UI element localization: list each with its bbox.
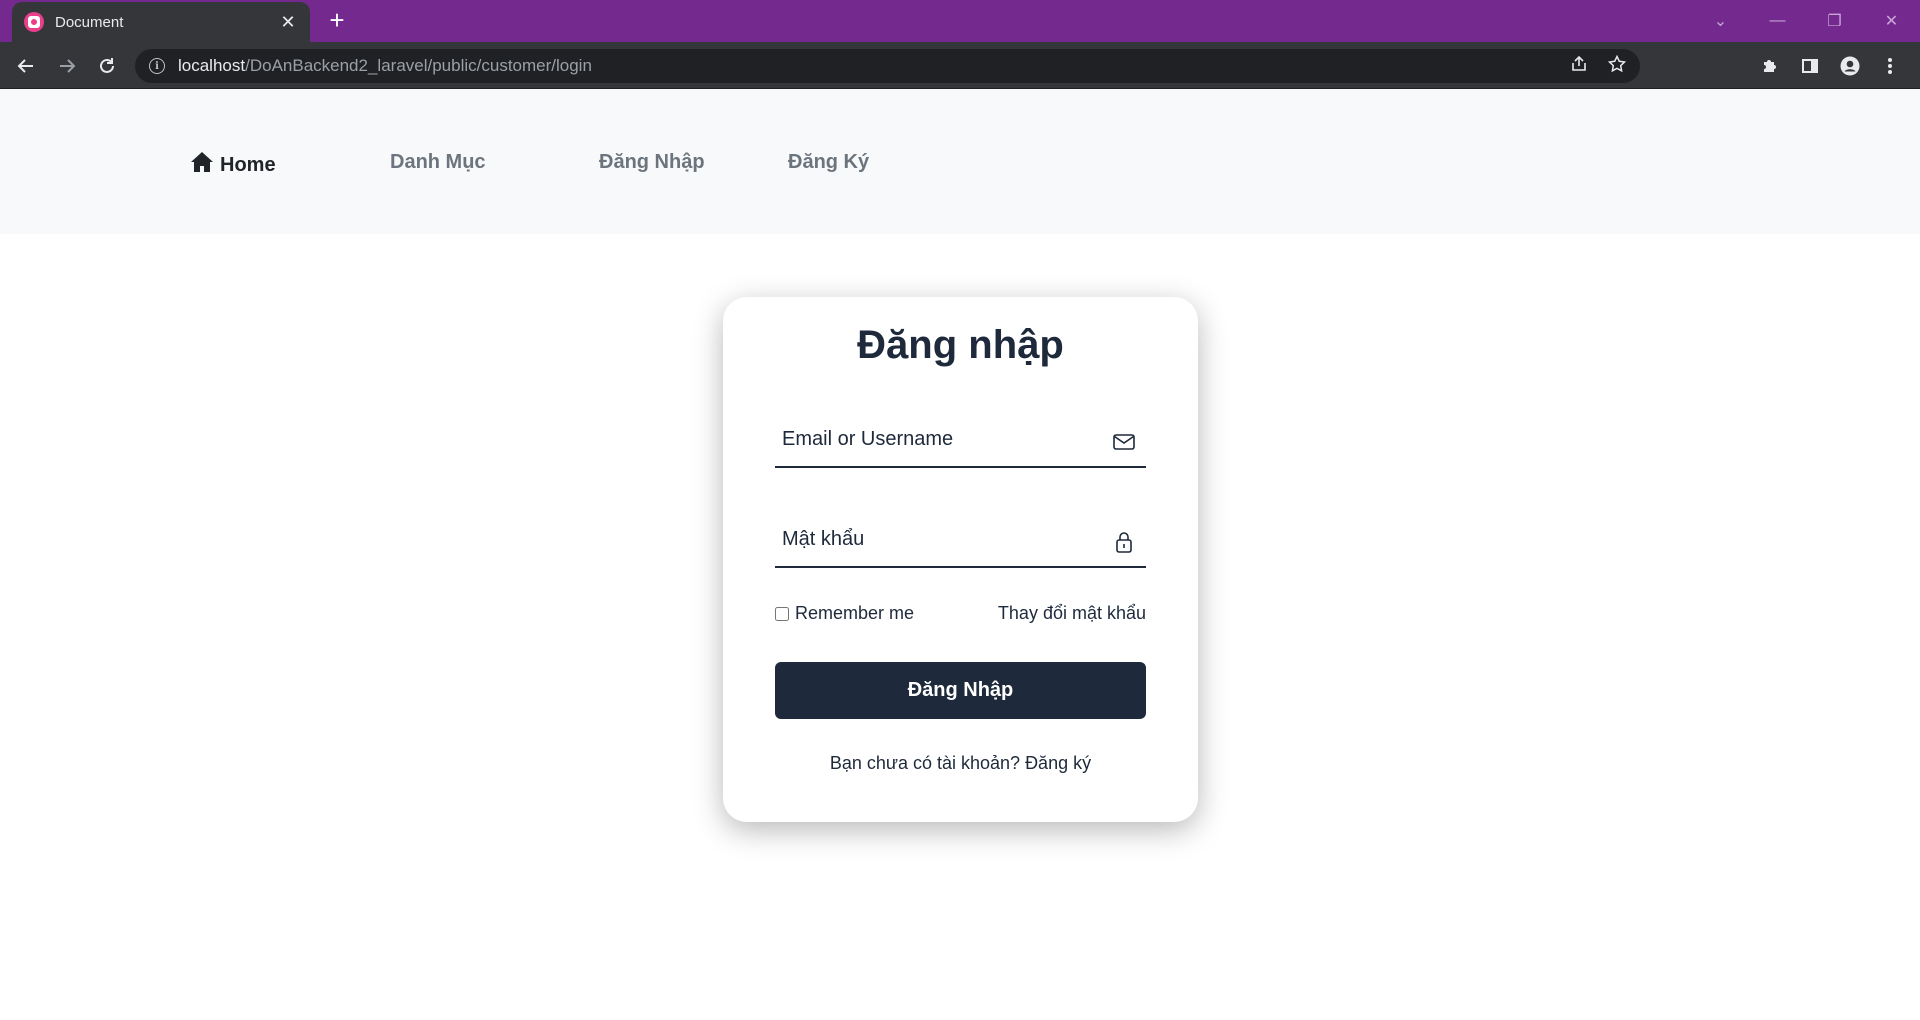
register-prompt: Bạn chưa có tài khoản? Đăng ký [723,753,1198,774]
app-favicon-icon [24,12,44,32]
puzzle-icon[interactable] [1754,50,1786,82]
info-icon[interactable]: i [149,58,165,74]
menu-dots-icon[interactable] [1874,50,1906,82]
sidepanel-icon[interactable] [1794,50,1826,82]
toolbar-actions [1754,50,1906,82]
omnibox-actions [1570,49,1627,83]
nav-home[interactable]: Home [190,151,276,179]
site-navbar: Home Danh Mục Đăng Nhập Đăng Ký [0,89,1920,234]
register-link[interactable]: Đăng ký [1025,753,1091,773]
nav-category[interactable]: Danh Mục [390,151,486,174]
window-controls: ⌄ — ❐ ✕ [1692,0,1920,42]
browser-toolbar: i localhost/DoAnBackend2_laravel/public/… [0,42,1920,89]
browser-tabbar: Document ✕ + ⌄ — ❐ ✕ [0,0,1920,42]
tab-close-icon[interactable]: ✕ [278,12,298,33]
restore-button[interactable]: ❐ [1806,0,1863,42]
tab-search-icon[interactable]: ⌄ [1692,0,1749,42]
email-field-wrapper [775,412,1146,468]
change-password-link[interactable]: Thay đổi mật khẩu [998,603,1146,624]
profile-icon[interactable] [1834,50,1866,82]
page-title: Đăng nhập [857,323,1064,367]
forward-arrow-icon[interactable] [51,50,83,82]
password-field[interactable] [775,512,1146,566]
close-window-button[interactable]: ✕ [1863,0,1920,42]
no-account-text: Bạn chưa có tài khoản? [829,753,1026,773]
tab-title: Document [55,13,124,31]
remember-me: Remember me [775,603,914,624]
envelope-icon [1112,430,1136,454]
minimize-button[interactable]: — [1749,0,1806,42]
password-field-wrapper [775,512,1146,568]
url-host: localhost [178,56,246,75]
new-tab-button[interactable]: + [323,7,351,35]
nav-register[interactable]: Đăng Ký [788,151,869,174]
remember-checkbox[interactable] [775,606,789,621]
nav-login[interactable]: Đăng Nhập [599,151,705,174]
back-arrow-icon[interactable] [10,50,42,82]
star-icon[interactable] [1607,54,1627,78]
address-bar[interactable]: i localhost/DoAnBackend2_laravel/public/… [135,49,1640,83]
home-icon [190,151,214,179]
lock-icon [1112,530,1136,554]
reload-icon[interactable] [91,50,123,82]
url-path: /DoAnBackend2_laravel/public/customer/lo… [245,56,592,75]
remember-label: Remember me [795,603,915,623]
email-field[interactable] [775,412,1146,466]
login-button[interactable]: Đăng Nhập [775,662,1146,719]
nav-home-label: Home [220,153,276,176]
share-icon[interactable] [1570,55,1588,78]
browser-tab[interactable]: Document ✕ [12,2,310,42]
login-card: Đăng nhập Remember me Thay đổi mật khẩu … [723,297,1198,822]
